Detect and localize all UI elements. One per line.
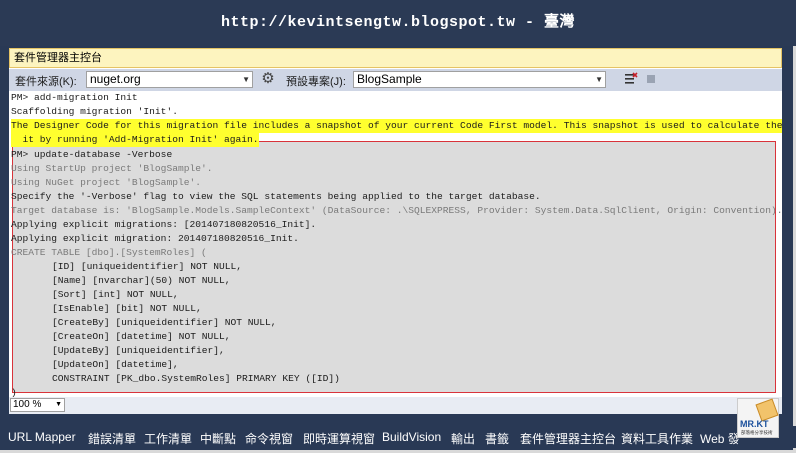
tab-data-tools-operations[interactable]: 資料工具作業	[621, 430, 693, 447]
console-line: PM> update-database -Verbose	[11, 149, 173, 160]
console-line: [UpdateOn] [datetime],	[29, 359, 179, 370]
console-output[interactable]: PM> add-migration Init Scaffolding migra…	[9, 91, 782, 397]
tab-immediate-window[interactable]: 即時運算視窗	[303, 430, 375, 447]
tab-output[interactable]: 輸出	[451, 430, 475, 447]
console-toolbar: 套件來源(K): nuget.org ▼ ⚙ 預設專案(J): BlogSamp…	[9, 69, 782, 91]
tab-error-list[interactable]: 錯誤清單	[88, 430, 136, 447]
chevron-down-icon: ▼	[55, 401, 62, 408]
console-line: PM> add-migration Init	[11, 92, 138, 103]
url-banner: http://kevintsengtw.blogspot.tw - 臺灣	[0, 0, 796, 46]
tab-url-mapper[interactable]: URL Mapper	[8, 430, 76, 444]
clear-console-icon[interactable]	[624, 72, 638, 86]
logo-subtext: 部落格分享技術	[741, 430, 773, 435]
logo-text: MR.KT	[740, 419, 769, 429]
console-line: Scaffolding migration 'Init'.	[11, 106, 178, 117]
tab-task-list[interactable]: 工作清單	[144, 430, 192, 447]
package-source-value: nuget.org	[90, 72, 141, 86]
console-line: [IsEnable] [bit] NOT NULL,	[29, 303, 202, 314]
tab-command-window[interactable]: 命令視窗	[245, 430, 293, 447]
package-source-label: 套件來源(K):	[15, 76, 77, 88]
package-manager-console-pane: 套件管理器主控台 套件來源(K): nuget.org ▼ ⚙ 預設專案(J):…	[9, 48, 782, 414]
console-line: [Name] [nvarchar](50) NOT NULL,	[29, 275, 231, 286]
default-project-label: 預設專案(J):	[286, 76, 346, 88]
console-line: CREATE TABLE [dbo].[SystemRoles] (	[11, 247, 207, 258]
gear-icon[interactable]: ⚙	[260, 71, 276, 87]
pane-title[interactable]: 套件管理器主控台	[9, 48, 782, 68]
package-source-dropdown[interactable]: nuget.org ▼	[86, 71, 253, 88]
zoom-dropdown[interactable]: 100 % ▼	[10, 398, 65, 412]
stop-icon[interactable]	[647, 75, 655, 83]
tool-window-tabstrip: URL Mapper 錯誤清單 工作清單 中斷點 命令視窗 即時運算視窗 Bui…	[0, 426, 796, 448]
chevron-down-icon: ▼	[595, 75, 603, 84]
console-line: it by running 'Add-Migration Init' again…	[11, 133, 259, 147]
chevron-down-icon: ▼	[242, 75, 250, 84]
watermark-logo: MR.KT 部落格分享技術	[737, 398, 779, 438]
tab-bookmarks[interactable]: 書籤	[485, 430, 509, 447]
console-line: The Designer Code for this migration fil…	[11, 119, 782, 133]
console-line: [CreateBy] [uniqueidentifier] NOT NULL,	[29, 317, 277, 328]
console-line: Using NuGet project 'BlogSample'.	[11, 177, 201, 188]
console-line: [CreateOn] [datetime] NOT NULL,	[29, 331, 231, 342]
zoom-bar: 100 % ▼	[9, 397, 782, 414]
zoom-value: 100 %	[13, 399, 42, 410]
console-line: Target database is: 'BlogSample.Models.S…	[11, 205, 782, 216]
tab-buildvision[interactable]: BuildVision	[382, 430, 441, 444]
default-project-dropdown[interactable]: BlogSample ▼	[353, 71, 606, 88]
console-line: Using StartUp project 'BlogSample'.	[11, 163, 213, 174]
default-project-value: BlogSample	[357, 72, 422, 86]
console-line: [Sort] [int] NOT NULL,	[29, 289, 179, 300]
console-line: Applying explicit migration: 20140718082…	[11, 233, 299, 244]
console-line: CONSTRAINT [PK_dbo.SystemRoles] PRIMARY …	[29, 373, 340, 384]
tab-web-publish[interactable]: Web 發	[700, 430, 740, 447]
console-line: )	[11, 387, 17, 397]
console-line: [ID] [uniqueidentifier] NOT NULL,	[29, 261, 243, 272]
tab-package-manager-console[interactable]: 套件管理器主控台	[520, 430, 616, 447]
screenshot-frame: http://kevintsengtw.blogspot.tw - 臺灣 套件管…	[0, 0, 796, 453]
console-line: Applying explicit migrations: [201407180…	[11, 219, 317, 230]
console-line: Specify the '-Verbose' flag to view the …	[11, 191, 541, 202]
console-line: [UpdateBy] [uniqueidentifier],	[29, 345, 225, 356]
tab-breakpoints[interactable]: 中斷點	[200, 430, 236, 447]
